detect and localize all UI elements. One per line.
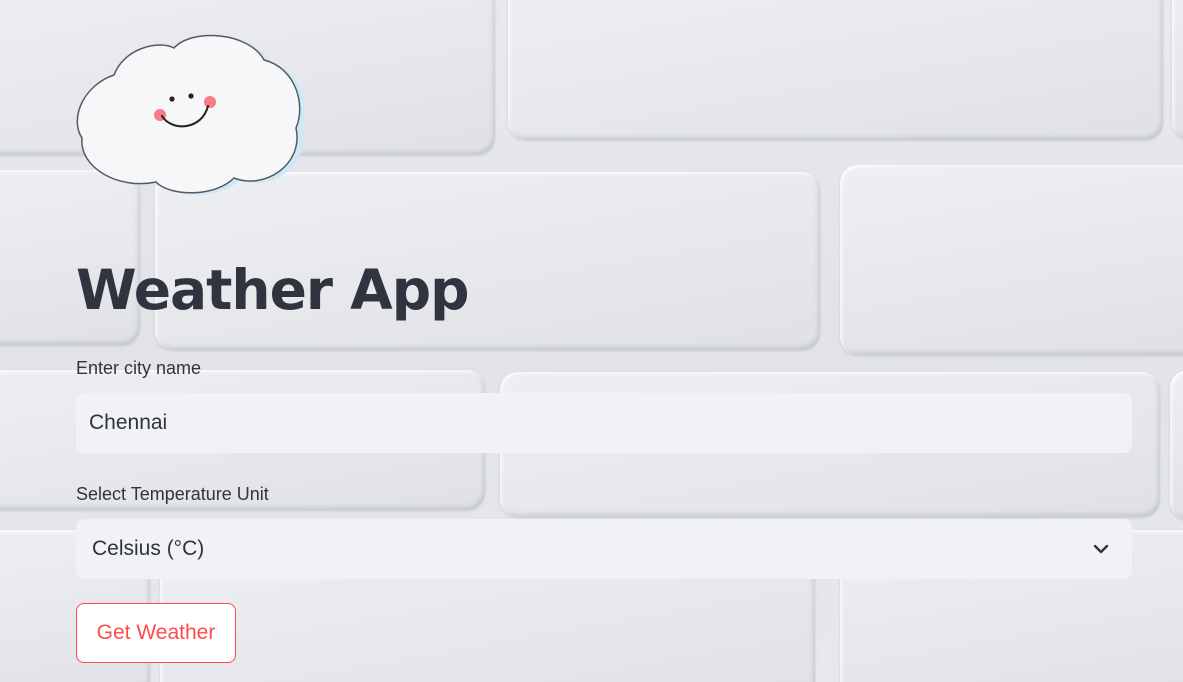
- unit-select-value: Celsius (°C): [92, 537, 205, 560]
- city-field-label: Enter city name: [76, 358, 202, 378]
- city-field[interactable]: [76, 393, 1132, 453]
- page-title: Weather App: [76, 258, 469, 322]
- smiling-cloud-icon: [74, 30, 306, 196]
- app-container: Weather App Enter city name Select Tempe…: [0, 0, 1183, 682]
- chevron-down-icon[interactable]: [1092, 540, 1110, 558]
- city-input[interactable]: [76, 393, 1132, 453]
- temperature-unit-select[interactable]: Celsius (°C): [76, 519, 1132, 579]
- unit-select-label: Select Temperature Unit: [76, 484, 269, 504]
- get-weather-button[interactable]: Get Weather: [76, 603, 236, 663]
